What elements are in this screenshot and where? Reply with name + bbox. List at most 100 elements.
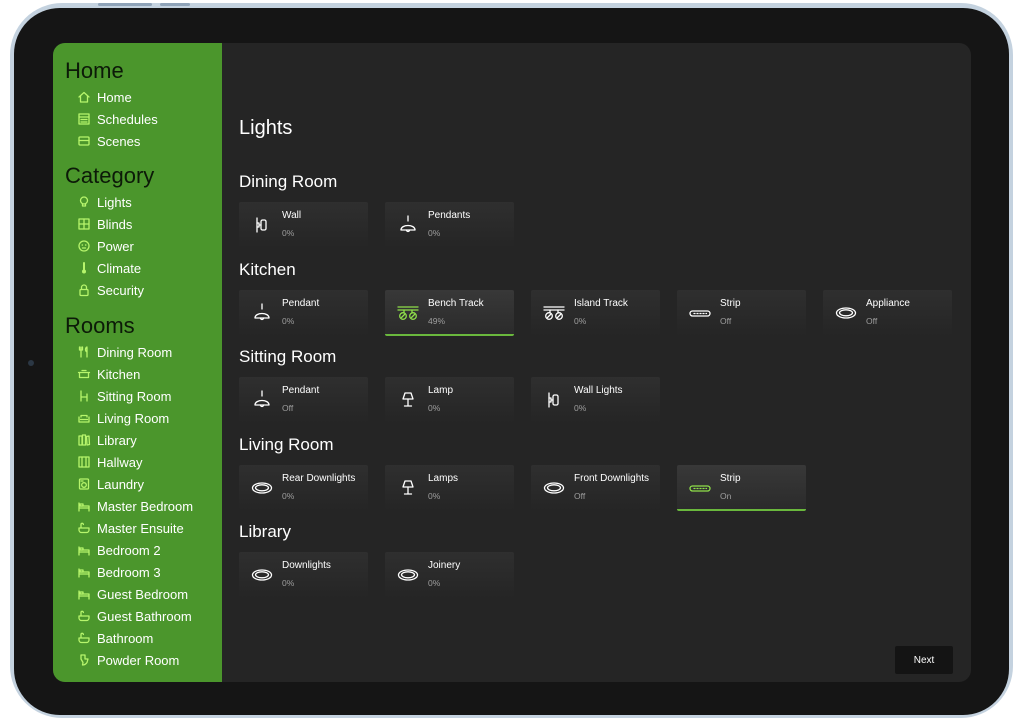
light-tile-lamp[interactable]: Lamp 0%	[385, 377, 514, 423]
sidebar-item-label: Powder Room	[97, 652, 180, 668]
light-tile-pendant[interactable]: Pendant Off	[239, 377, 368, 423]
power-icon	[77, 239, 91, 253]
light-tile-rear-downlights[interactable]: Rear Downlights 0%	[239, 465, 368, 511]
light-name: Island Track	[574, 298, 628, 309]
sidebar-item-power[interactable]: Power	[77, 236, 134, 256]
sidebar-section-rooms-title: Rooms	[65, 313, 135, 338]
thermometer-icon	[77, 261, 91, 275]
light-tile-strip[interactable]: Strip On	[677, 465, 806, 511]
sidebar-item-powder-room[interactable]: Powder Room	[77, 650, 179, 670]
sidebar-item-kitchen[interactable]: Kitchen	[77, 364, 140, 384]
sidebar-item-blinds[interactable]: Blinds	[77, 214, 132, 234]
wall-light-icon	[251, 215, 273, 235]
room-heading-library: Library	[239, 522, 291, 541]
sidebar-item-hallway[interactable]: Hallway	[77, 452, 143, 472]
light-name: Front Downlights	[574, 473, 650, 484]
sidebar-item-security[interactable]: Security	[77, 280, 144, 300]
sidebar-item-scenes[interactable]: Scenes	[77, 131, 140, 151]
light-status: 0%	[428, 491, 441, 501]
pendant-icon	[397, 215, 419, 235]
light-tile-lamps[interactable]: Lamps 0%	[385, 465, 514, 511]
light-name: Strip	[720, 298, 741, 309]
light-status: Off	[720, 316, 732, 326]
sidebar-item-bedroom-2[interactable]: Bedroom 2	[77, 540, 161, 560]
sidebar-item-label: Scenes	[97, 133, 141, 149]
light-status: Off	[282, 403, 294, 413]
sidebar-section-home-title: Home	[65, 58, 124, 83]
downlight-icon	[251, 478, 273, 498]
app-screen: Home Category Rooms Home Schedules Scenes L…	[53, 43, 971, 682]
light-name: Rear Downlights	[282, 473, 356, 484]
light-status: 0%	[428, 403, 441, 413]
downlight-icon	[543, 478, 565, 498]
light-name: Pendant	[282, 385, 320, 396]
sidebar-item-label: Laundry	[97, 476, 144, 492]
light-tile-joinery[interactable]: Joinery 0%	[385, 552, 514, 598]
light-name: Pendant	[282, 298, 320, 309]
power-button	[160, 3, 190, 6]
sidebar-item-label: Master Bedroom	[97, 498, 194, 514]
sidebar-item-laundry[interactable]: Laundry	[77, 474, 144, 494]
bath-icon	[77, 609, 91, 623]
sidebar-item-dining-room[interactable]: Dining Room	[77, 342, 172, 362]
light-tile-pendant[interactable]: Pendant 0%	[239, 290, 368, 336]
bed-icon	[77, 587, 91, 601]
strip-light-icon	[689, 478, 711, 498]
sidebar-item-label: Bathroom	[97, 630, 154, 646]
sidebar-item-sitting-room[interactable]: Sitting Room	[77, 386, 171, 406]
light-name: Lamps	[428, 473, 459, 484]
light-tile-wall[interactable]: Wall 0%	[239, 202, 368, 248]
bed-icon	[77, 499, 91, 513]
sidebar-item-guest-bedroom[interactable]: Guest Bedroom	[77, 584, 188, 604]
room-heading-dining-room: Dining Room	[239, 172, 338, 191]
light-tile-strip[interactable]: Strip Off	[677, 290, 806, 336]
sidebar-item-library[interactable]: Library	[77, 430, 137, 450]
light-tile-bench-track[interactable]: Bench Track 49%	[385, 290, 514, 336]
sidebar-item-label: Home	[97, 89, 132, 105]
next-button[interactable]: Next	[895, 646, 953, 674]
light-tile-downlights[interactable]: Downlights 0%	[239, 552, 368, 598]
light-name: Lamp	[428, 385, 454, 396]
downlight-icon	[251, 565, 273, 585]
sidebar-item-climate[interactable]: Climate	[77, 258, 141, 278]
sidebar-item-bathroom[interactable]: Bathroom	[77, 628, 153, 648]
calendar-icon	[77, 112, 91, 126]
sidebar-item-label: Guest Bathroom	[97, 608, 192, 624]
sidebar-item-label: Lights	[97, 194, 132, 210]
light-status: 0%	[574, 316, 587, 326]
wall-light-icon	[543, 390, 565, 410]
blinds-icon	[77, 217, 91, 231]
light-status: On	[720, 491, 732, 501]
bed-icon	[77, 543, 91, 557]
sidebar-item-bedroom-3[interactable]: Bedroom 3	[77, 562, 161, 582]
sidebar-item-home[interactable]: Home	[77, 87, 132, 107]
sidebar-item-lights[interactable]: Lights	[77, 192, 132, 212]
sidebar-item-master-ensuite[interactable]: Master Ensuite	[77, 518, 184, 538]
sidebar-item-schedules[interactable]: Schedules	[77, 109, 158, 129]
light-status: 0%	[282, 578, 295, 588]
light-name: Wall	[282, 210, 302, 221]
sidebar-item-guest-bathroom[interactable]: Guest Bathroom	[77, 606, 192, 626]
sidebar-item-label: Hallway	[97, 454, 143, 470]
washer-icon	[77, 477, 91, 491]
sidebar-item-label: Bedroom 2	[97, 542, 161, 558]
sidebar-item-master-bedroom[interactable]: Master Bedroom	[77, 496, 193, 516]
room-heading-sitting-room: Sitting Room	[239, 347, 337, 366]
sidebar-item-label: Sitting Room	[97, 388, 172, 404]
track-light-icon	[543, 303, 565, 323]
light-name: Pendants	[428, 210, 471, 221]
light-name: Wall Lights	[574, 385, 623, 396]
light-tile-front-downlights[interactable]: Front Downlights Off	[531, 465, 660, 511]
light-status: 0%	[428, 228, 441, 238]
light-status: 0%	[282, 491, 295, 501]
books-icon	[77, 433, 91, 447]
light-tile-pendants[interactable]: Pendants 0%	[385, 202, 514, 248]
light-name: Downlights	[282, 560, 331, 571]
sidebar-item-living-room[interactable]: Living Room	[77, 408, 169, 428]
bed-icon	[77, 565, 91, 579]
sidebar-item-label: Dining Room	[97, 344, 173, 360]
light-tile-wall-lights[interactable]: Wall Lights 0%	[531, 377, 660, 423]
light-tile-island-track[interactable]: Island Track 0%	[531, 290, 660, 336]
light-tile-appliance[interactable]: Appliance Off	[823, 290, 952, 336]
pendant-icon	[251, 390, 273, 410]
